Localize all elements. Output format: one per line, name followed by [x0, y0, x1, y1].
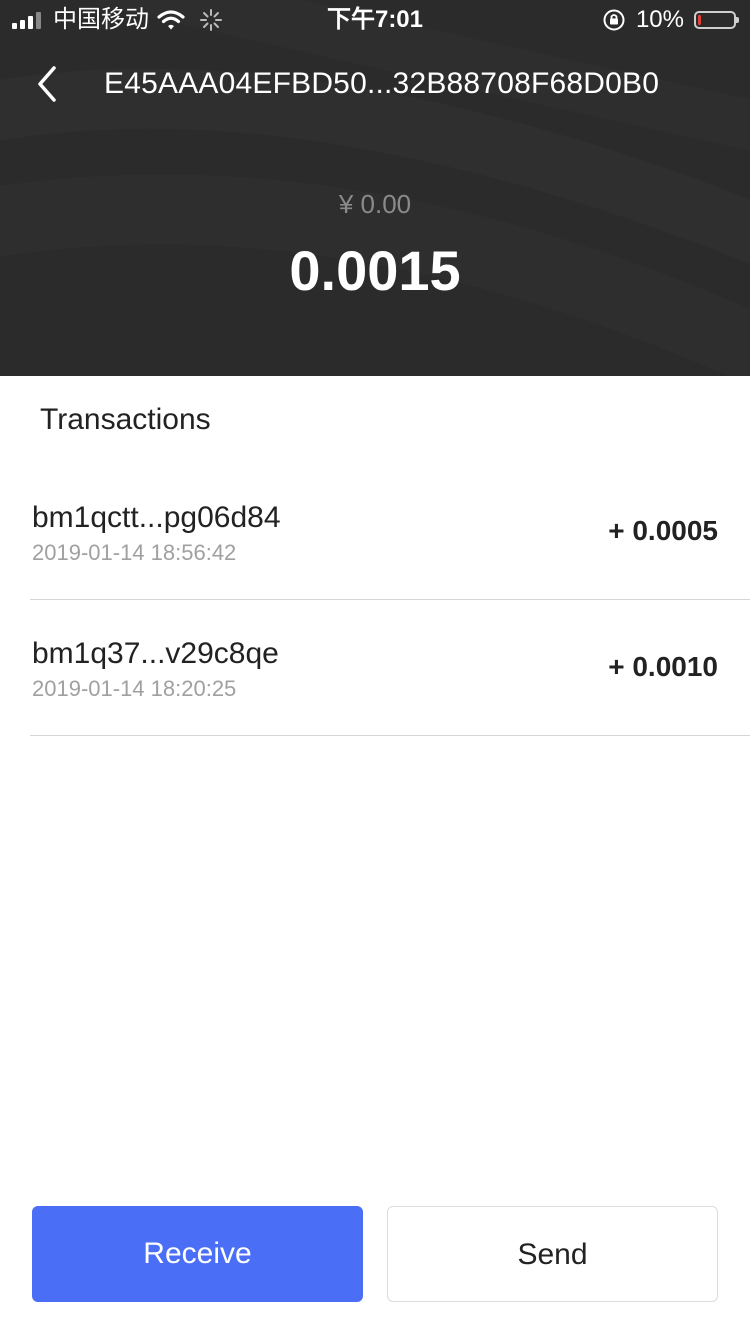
wallet-header: 中国移动 下午7:01 10% E45AAA04EFBD50...32B8870… — [0, 0, 750, 376]
transaction-address: bm1qctt...pg06d84 — [32, 501, 281, 534]
battery-percent: 10% — [635, 6, 684, 33]
transaction-amount: + 0.0005 — [608, 515, 718, 546]
balance-amount: 0.0015 — [289, 239, 461, 302]
transactions-heading: Transactions — [40, 403, 211, 436]
nav-bar: E45AAA04EFBD50...32B88708F68D0B0 — [0, 52, 750, 112]
status-right: 10% — [602, 6, 739, 34]
transaction-amount: + 0.0010 — [608, 651, 718, 682]
fiat-value: ¥ 0.00 — [338, 189, 412, 219]
transaction-row[interactable]: bm1q37...v29c8qe 2019-01-14 18:20:25 + 0… — [30, 600, 750, 736]
wallet-address-title: E45AAA04EFBD50...32B88708F68D0B0 — [104, 67, 660, 100]
status-bar: 中国移动 下午7:01 10% — [0, 0, 750, 40]
transaction-row[interactable]: bm1qctt...pg06d84 2019-01-14 18:56:42 + … — [30, 464, 750, 600]
transaction-date: 2019-01-14 18:20:25 — [32, 676, 237, 701]
send-button[interactable]: Send — [387, 1206, 718, 1302]
back-button[interactable] — [28, 58, 68, 106]
receive-button[interactable]: Receive — [32, 1206, 363, 1302]
transaction-address: bm1q37...v29c8qe — [32, 637, 279, 670]
orientation-lock-icon — [603, 9, 625, 31]
chevron-left-icon — [38, 66, 56, 102]
battery-icon — [694, 11, 739, 29]
transaction-list: bm1qctt...pg06d84 2019-01-14 18:56:42 + … — [30, 464, 750, 736]
transaction-date: 2019-01-14 18:56:42 — [32, 540, 237, 565]
battery-level — [698, 15, 701, 25]
